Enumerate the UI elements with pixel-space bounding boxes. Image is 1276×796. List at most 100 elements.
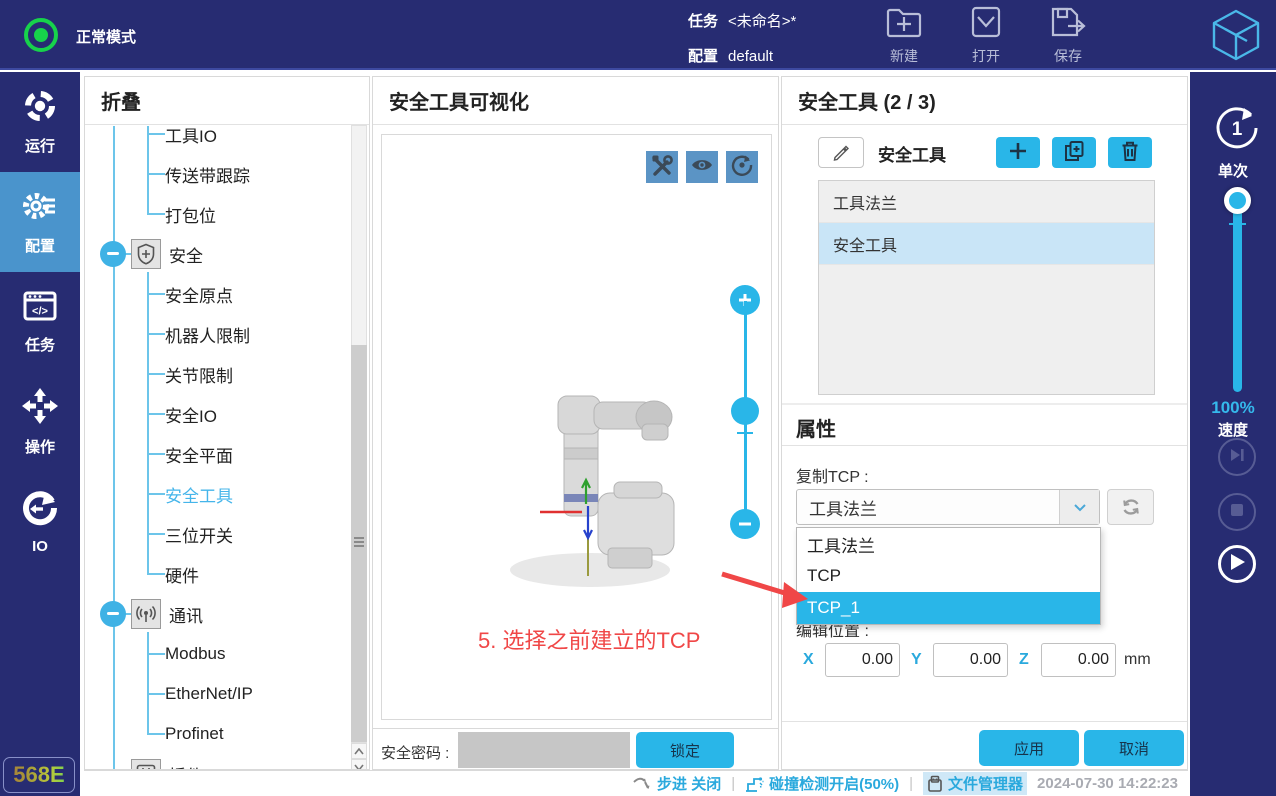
single-cycle-icon[interactable]: 1	[1211, 102, 1263, 159]
tcp-option-工具法兰[interactable]: 工具法兰	[797, 528, 1100, 560]
tree-scrollbar-thumb[interactable]	[351, 345, 367, 742]
position-input-y[interactable]	[933, 643, 1008, 677]
rail-item-label: 配置	[25, 235, 55, 256]
zoom-out-button[interactable]	[730, 509, 760, 539]
position-input-z[interactable]	[1041, 643, 1116, 677]
tree-item-label: Modbus	[165, 644, 225, 664]
tree-item-通讯[interactable]: 通讯	[85, 594, 345, 634]
visualization-title: 安全工具可视化	[389, 86, 529, 115]
task-code-icon: </>	[22, 289, 58, 328]
properties-title: 属性	[796, 413, 836, 442]
collision-icon	[745, 775, 764, 793]
tree-item-安全IO[interactable]: 安全IO	[85, 394, 345, 434]
tree-item-EtherNet/IP[interactable]: EtherNet/IP	[85, 674, 345, 714]
rail-item-配置[interactable]: 配置	[0, 172, 80, 272]
reset-view-icon	[731, 154, 753, 181]
file-manager-button[interactable]: 文件管理器	[923, 772, 1027, 795]
unit-label: mm	[1124, 651, 1151, 669]
tree-item-安全平面[interactable]: 安全平面	[85, 434, 345, 474]
tree-item-硬件[interactable]: 硬件	[85, 554, 345, 594]
tree-item-label: 关节限制	[165, 362, 233, 387]
collapse-toggle-icon[interactable]	[100, 241, 126, 267]
edit-tool-name-button[interactable]	[818, 137, 864, 168]
tree-item-三位开关[interactable]: 三位开关	[85, 514, 345, 554]
rail-item-运行[interactable]: 运行	[0, 72, 80, 172]
new-file-button[interactable]: 新建	[878, 4, 930, 66]
plugin-icon	[131, 759, 161, 770]
add-tool-button[interactable]	[996, 137, 1040, 168]
tree-item-机器人限制[interactable]: 机器人限制	[85, 314, 345, 354]
tree-item-label: 打包位	[165, 202, 216, 227]
tree-item-打包位[interactable]: 打包位	[85, 194, 345, 234]
robot-3d-viewport[interactable]: 5. 选择之前建立的TCP	[381, 134, 772, 720]
tool-list-item-工具法兰[interactable]: 工具法兰	[819, 181, 1154, 223]
viewport-zoom-control	[728, 285, 762, 575]
tree-item-关节限制[interactable]: 关节限制	[85, 354, 345, 394]
tree-item-传送带跟踪[interactable]: 传送带跟踪	[85, 154, 345, 194]
speed-slider-handle[interactable]	[1224, 187, 1251, 214]
tree-item-安全[interactable]: 安全	[85, 234, 345, 274]
position-input-x[interactable]	[825, 643, 900, 677]
run-control-rail: 1 单次 100% 速度	[1190, 72, 1276, 796]
eye-button[interactable]	[686, 151, 718, 183]
stop-button[interactable]	[1218, 493, 1256, 531]
tools-button[interactable]	[646, 151, 678, 183]
axis-label-Y: Y	[911, 651, 922, 669]
open-file-button[interactable]: 打开	[960, 4, 1012, 66]
cancel-button[interactable]: 取消	[1084, 730, 1184, 766]
collapse-toggle-icon[interactable]	[100, 601, 126, 627]
tree-item-安全原点[interactable]: 安全原点	[85, 274, 345, 314]
shield-plus-icon	[131, 239, 161, 269]
rail-item-IO[interactable]: IO	[0, 472, 80, 572]
tree-scroll-down-icon[interactable]	[351, 759, 367, 770]
rail-item-任务[interactable]: </>任务	[0, 272, 80, 372]
tcp-option-TCP_1[interactable]: TCP_1	[797, 592, 1100, 624]
tool-list-item-安全工具[interactable]: 安全工具	[819, 223, 1154, 265]
tree-item-label: 三位开关	[165, 522, 233, 547]
safety-password-input[interactable]	[458, 732, 630, 768]
task-value: <未命名>*	[728, 13, 796, 30]
axis-label-X: X	[803, 651, 814, 669]
speed-label: 速度	[1190, 419, 1276, 440]
eye-icon	[690, 156, 714, 179]
reset-view-button[interactable]	[726, 151, 758, 183]
refresh-tcp-button[interactable]	[1107, 489, 1154, 525]
tree-item-Profinet[interactable]: Profinet	[85, 714, 345, 754]
copy-icon	[1063, 140, 1085, 165]
tcp-dropdown[interactable]: 工具法兰	[796, 489, 1100, 525]
tree-item-工具IO[interactable]: 工具IO	[85, 126, 345, 154]
tree-item-安全工具[interactable]: 安全工具	[85, 474, 345, 514]
delete-tool-button[interactable]	[1108, 137, 1152, 168]
zoom-slider-handle[interactable]	[731, 397, 759, 425]
tcp-dropdown-value: 工具法兰	[797, 495, 1059, 520]
save-button[interactable]: 保存	[1042, 4, 1094, 66]
tree-item-label: 安全原点	[165, 282, 233, 307]
brand-cube-logo	[1208, 7, 1264, 68]
play-button[interactable]	[1218, 545, 1256, 583]
apply-button[interactable]: 应用	[979, 730, 1079, 766]
tutorial-annotation: 5. 选择之前建立的TCP	[478, 623, 700, 655]
tcp-option-TCP[interactable]: TCP	[797, 560, 1100, 592]
step-arrow-icon	[632, 776, 652, 792]
step-to-end-button[interactable]	[1218, 438, 1256, 476]
clock-timestamp: 2024-07-30 14:22:23	[1037, 775, 1178, 792]
step-mode-status[interactable]: 步进 关闭	[632, 773, 721, 794]
lock-button[interactable]: 锁定	[636, 732, 734, 768]
rail-item-操作[interactable]: 操作	[0, 372, 80, 472]
tree-item-label: 硬件	[165, 562, 199, 587]
duplicate-tool-button[interactable]	[1052, 137, 1096, 168]
tree-scroll-up-icon[interactable]	[351, 743, 367, 759]
collision-detection-status[interactable]: 碰撞检测开启(50%)	[745, 773, 899, 794]
rail-item-label: 运行	[25, 135, 55, 156]
axis-label-Z: Z	[1019, 651, 1029, 669]
tree-item-label: 插件	[169, 762, 203, 771]
tree-item-Modbus[interactable]: Modbus	[85, 634, 345, 674]
tree-item-label: 传送带跟踪	[165, 162, 250, 187]
collapse-label[interactable]: 折叠	[101, 86, 141, 115]
viewport-toolbar	[646, 151, 758, 183]
task-label: 任务	[688, 13, 718, 30]
rail-item-label: 操作	[25, 436, 55, 457]
tree-item-label: 通讯	[169, 602, 203, 627]
step-to-end-icon	[1228, 446, 1246, 469]
tree-item-插件[interactable]: 插件	[85, 754, 345, 770]
